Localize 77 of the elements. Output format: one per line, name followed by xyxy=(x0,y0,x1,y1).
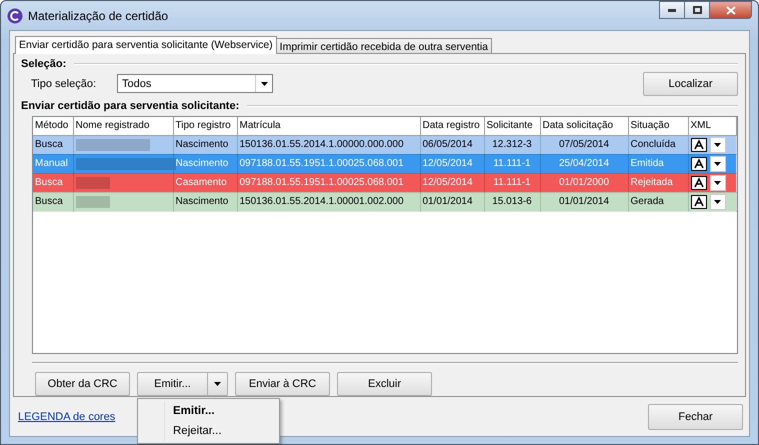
table-cell: 01/01/2014 xyxy=(420,192,484,212)
table-cell: 11.111-1 xyxy=(484,154,540,174)
toolbar-button[interactable]: Enviar à CRC xyxy=(235,372,330,396)
app-logo-icon xyxy=(7,8,23,24)
column-header[interactable]: Matrícula xyxy=(237,116,420,136)
close-icon xyxy=(726,6,736,14)
table-cell: Busca xyxy=(33,192,73,212)
table-cell: Busca xyxy=(33,173,73,192)
table-cell: 01/01/2014 xyxy=(540,192,628,212)
minimize-button[interactable] xyxy=(659,1,685,19)
xml-dropdown-button[interactable] xyxy=(710,136,726,153)
table-cell: Manual xyxy=(33,154,73,174)
table-cell: 07/05/2014 xyxy=(540,135,628,154)
selection-type-dropdown[interactable]: Todos xyxy=(117,74,273,94)
xml-dropdown-button[interactable] xyxy=(710,156,726,172)
table-cell: 12/05/2014 xyxy=(420,154,484,174)
menu-item[interactable]: Emitir... xyxy=(164,401,277,421)
caret-icon xyxy=(260,82,268,86)
maximize-icon xyxy=(692,6,702,14)
table-cell: Rejeitada xyxy=(628,173,688,192)
close-dialog-button[interactable]: Fechar xyxy=(648,404,743,430)
table-cell: 01/01/2000 xyxy=(540,173,628,192)
tab[interactable]: Imprimir certidão recebida de outra serventia xyxy=(276,38,492,54)
table-cell: Emitida xyxy=(628,154,688,174)
table-cell: 12/05/2014 xyxy=(420,173,484,192)
table-cell: 150136.01.55.2014.1.00000.000.000 xyxy=(237,135,420,154)
caret-icon xyxy=(714,142,721,147)
search-button[interactable]: Localizar xyxy=(643,72,738,96)
caret-icon xyxy=(714,200,721,204)
section-heading: Enviar certidão para serventia solicitante: xyxy=(21,100,240,112)
maximize-button[interactable] xyxy=(684,1,710,19)
xml-document-icon[interactable] xyxy=(690,138,706,152)
toolbar-button[interactable]: Excluir xyxy=(337,372,432,396)
column-header[interactable]: XML xyxy=(688,116,736,136)
menu-item[interactable]: Rejeitar... xyxy=(164,421,277,441)
column-header[interactable]: Nome registrado xyxy=(73,116,173,136)
section-heading: Seleção: xyxy=(21,58,66,70)
caret-icon xyxy=(714,180,721,185)
column-header[interactable]: Solicitante xyxy=(484,116,540,136)
caret-icon xyxy=(714,162,721,166)
caret-icon xyxy=(214,382,221,386)
table-cell: 097188.01.55.1951.1.00025.068.001 xyxy=(237,154,420,174)
table-cell: Busca xyxy=(33,135,73,154)
table-cell: 11.111-1 xyxy=(484,173,540,192)
column-header[interactable]: Data solicitação xyxy=(540,116,628,136)
table-cell: Nascimento xyxy=(173,135,237,154)
column-header[interactable]: Situação xyxy=(628,116,688,136)
table-cell: Casamento xyxy=(173,173,237,192)
xml-document-icon[interactable] xyxy=(690,176,706,190)
xml-document-icon[interactable] xyxy=(690,156,706,171)
emit-menu-button[interactable] xyxy=(208,372,228,396)
redacted-name xyxy=(76,176,110,189)
table-cell: 150136.01.55.2014.1.00001.002.000 xyxy=(237,192,420,212)
minimize-icon xyxy=(668,8,676,12)
color-legend-link[interactable]: LEGENDA de cores xyxy=(18,410,116,422)
tab[interactable]: Enviar certidão para serventia solicitante (Webservice) xyxy=(15,36,277,54)
close-button[interactable] xyxy=(709,1,752,19)
window-title: Materialização de certidão xyxy=(28,8,170,22)
table-cell: 25/04/2014 xyxy=(540,154,628,174)
column-header[interactable]: Método xyxy=(33,116,73,136)
xml-dropdown-button[interactable] xyxy=(710,194,726,210)
table-cell: 15.013-6 xyxy=(484,192,540,212)
table-cell: Concluída xyxy=(628,135,688,154)
table-cell: 12.312-3 xyxy=(484,135,540,154)
xml-document-icon[interactable] xyxy=(690,194,706,209)
column-header[interactable]: Tipo registro xyxy=(173,116,237,136)
emit-button[interactable]: Emitir... xyxy=(137,372,208,396)
table-cell: Gerada xyxy=(628,192,688,212)
table-cell: 06/05/2014 xyxy=(420,135,484,154)
redacted-name xyxy=(76,196,110,208)
xml-dropdown-button[interactable] xyxy=(710,174,726,191)
table-cell: Nascimento xyxy=(173,154,237,174)
field-label: Tipo seleção: xyxy=(31,78,98,90)
column-header[interactable]: Data registro xyxy=(420,116,484,136)
toolbar-button[interactable]: Obter da CRC xyxy=(35,372,130,396)
table-cell: 097188.01.55.1951.1.00025.068.001 xyxy=(237,173,420,192)
table-cell: Nascimento xyxy=(173,192,237,212)
